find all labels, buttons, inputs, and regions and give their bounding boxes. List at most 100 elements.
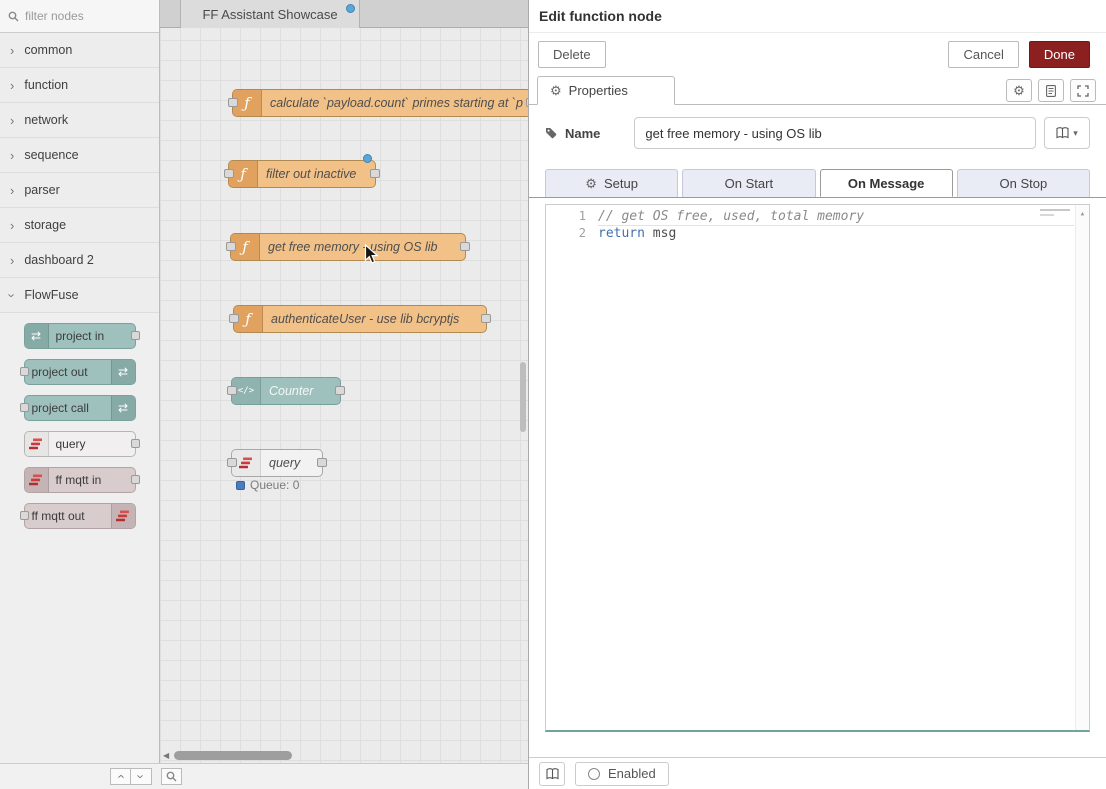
- gear-icon: ⚙: [1013, 84, 1025, 97]
- status-dot-icon: [236, 481, 245, 490]
- project-out-icon: ⇄: [111, 360, 135, 384]
- node-name-input[interactable]: [634, 117, 1036, 149]
- chevron-right-icon: ›: [10, 79, 14, 92]
- palette-node-project-out[interactable]: ⇄ project out: [24, 359, 136, 385]
- mqtt-in-icon: [25, 468, 49, 492]
- flow-canvas[interactable]: FF Assistant Showcase ƒ calculate `paylo…: [160, 0, 528, 763]
- canvas-horizontal-scrollbar[interactable]: [174, 751, 292, 760]
- palette-search-input[interactable]: [25, 9, 145, 23]
- input-port[interactable]: [227, 386, 237, 395]
- palette-collapse-all-button[interactable]: ›: [110, 768, 131, 785]
- sidebar-item-dashboard-2[interactable]: ›dashboard 2: [0, 243, 159, 278]
- sidebar-item-common[interactable]: ›common: [0, 33, 159, 68]
- name-row: Name ▾: [529, 105, 1106, 159]
- tab-on-stop[interactable]: On Stop: [957, 169, 1090, 197]
- sidebar-item-flowfuse[interactable]: ›FlowFuse: [0, 278, 159, 313]
- input-port[interactable]: [224, 169, 234, 178]
- enabled-toggle[interactable]: Enabled: [575, 762, 669, 786]
- delete-button[interactable]: Delete: [538, 41, 606, 68]
- editor-settings-button[interactable]: ⚙: [1006, 79, 1032, 102]
- tab-on-start[interactable]: On Start: [682, 169, 815, 197]
- output-port[interactable]: [481, 314, 491, 323]
- output-port[interactable]: [335, 386, 345, 395]
- sidebar-item-network[interactable]: ›network: [0, 103, 159, 138]
- input-port: [20, 367, 29, 376]
- output-port[interactable]: [460, 242, 470, 251]
- chevron-right-icon: ›: [10, 44, 14, 57]
- chevron-right-icon: ›: [10, 184, 14, 197]
- input-port[interactable]: [226, 242, 236, 251]
- sidebar-item-storage[interactable]: ›storage: [0, 208, 159, 243]
- chevron-right-icon: ›: [10, 114, 14, 127]
- sidebar-item-sequence[interactable]: ›sequence: [0, 138, 159, 173]
- output-port[interactable]: [317, 458, 327, 467]
- node-help-button[interactable]: [539, 762, 565, 786]
- name-label: Name: [565, 126, 600, 141]
- tab-on-message[interactable]: On Message: [820, 169, 953, 197]
- scroll-left-icon[interactable]: ◀: [163, 751, 169, 760]
- tab-setup[interactable]: ⚙ Setup: [545, 169, 678, 197]
- input-port[interactable]: [227, 458, 237, 467]
- workspace-tab[interactable]: FF Assistant Showcase: [180, 0, 360, 28]
- line-numbers: 1 2: [546, 205, 598, 730]
- input-port[interactable]: [229, 314, 239, 323]
- chevron-down-icon: ›: [6, 293, 19, 297]
- flow-node-get-free-memory[interactable]: ƒ get free memory - using OS lib: [230, 233, 466, 261]
- gear-icon: ⚙: [550, 84, 562, 97]
- cancel-button[interactable]: Cancel: [948, 41, 1018, 68]
- palette-node-project-in[interactable]: ⇄ project in: [24, 323, 136, 349]
- code-editor[interactable]: 1 2 // get OS free, used, total memory r…: [545, 204, 1090, 732]
- palette-node-query[interactable]: query: [24, 431, 136, 457]
- search-icon: [8, 11, 19, 22]
- label-options-button[interactable]: ▾: [1044, 117, 1090, 149]
- done-button[interactable]: Done: [1029, 41, 1090, 68]
- palette-node-ff-mqtt-out[interactable]: ff mqtt out: [24, 503, 136, 529]
- code-content[interactable]: // get OS free, used, total memory retur…: [598, 205, 1089, 730]
- tab-properties[interactable]: ⚙ Properties: [537, 76, 675, 105]
- caret-down-icon: ▾: [1073, 128, 1078, 139]
- workspace-footer: › ›: [0, 763, 528, 789]
- sidebar-item-function[interactable]: ›function: [0, 68, 159, 103]
- tray-title: Edit function node: [529, 0, 1106, 33]
- palette-flowfuse-nodes: ⇄ project in ⇄ project out ⇄ project cal…: [0, 313, 159, 547]
- workspace-tabbar: FF Assistant Showcase: [160, 0, 528, 28]
- properties-tabrow: ⚙ Properties ⚙: [529, 76, 1106, 105]
- node-description-button[interactable]: [1038, 79, 1064, 102]
- search-icon: [166, 771, 177, 782]
- scroll-up-icon[interactable]: ▴: [1080, 209, 1085, 219]
- code-line: // get OS free, used, total memory: [598, 208, 1089, 225]
- project-in-icon: ⇄: [25, 324, 49, 348]
- node-changed-indicator: [363, 154, 372, 163]
- sidebar-item-parser[interactable]: ›parser: [0, 173, 159, 208]
- flow-node-query[interactable]: query: [231, 449, 323, 477]
- input-port: [20, 403, 29, 412]
- edit-tray: Edit function node Delete Cancel Done ⚙ …: [528, 0, 1106, 789]
- zoom-search-button[interactable]: [161, 768, 182, 785]
- flow-node-filter-out-inactive[interactable]: ƒ filter out inactive: [228, 160, 376, 188]
- tray-footer: Enabled: [529, 757, 1106, 789]
- mqtt-out-icon: [111, 504, 135, 528]
- unsaved-changes-indicator: [346, 4, 355, 13]
- input-port[interactable]: [228, 98, 238, 107]
- chevron-right-icon: ›: [10, 219, 14, 232]
- current-line-highlight: [598, 225, 1074, 226]
- chevron-right-icon: ›: [10, 149, 14, 162]
- palette-expand-all-button[interactable]: ›: [131, 768, 152, 785]
- palette-node-ff-mqtt-in[interactable]: ff mqtt in: [24, 467, 136, 493]
- palette-search[interactable]: [0, 0, 159, 33]
- flow-node-calculate-primes[interactable]: ƒ calculate `payload.count` primes start…: [232, 89, 528, 117]
- function-editor-tabs: ⚙ Setup On Start On Message On Stop: [529, 159, 1106, 198]
- gear-icon: ⚙: [585, 177, 597, 190]
- flow-node-counter[interactable]: </> Counter: [231, 377, 341, 405]
- flow-node-authenticate-user[interactable]: ƒ authenticateUser - use lib bcryptjs: [233, 305, 487, 333]
- expand-editor-button[interactable]: [1070, 79, 1096, 102]
- input-port: [20, 511, 29, 520]
- query-icon: [25, 432, 49, 456]
- editor-scrollbar[interactable]: ▴: [1075, 205, 1089, 730]
- output-port: [131, 475, 140, 484]
- canvas-vertical-scrollbar[interactable]: [520, 362, 526, 432]
- output-port[interactable]: [370, 169, 380, 178]
- output-port: [131, 331, 140, 340]
- code-line: return msg: [598, 225, 1089, 242]
- palette-node-project-call[interactable]: ⇄ project call: [24, 395, 136, 421]
